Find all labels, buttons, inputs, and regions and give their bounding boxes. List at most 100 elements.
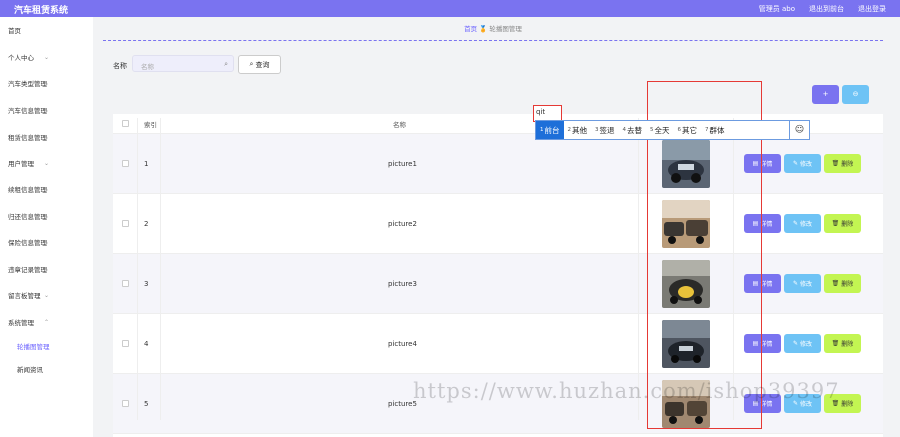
- row-checkbox[interactable]: [122, 220, 129, 227]
- watermark: https://www.huzhan.com/ishop39397: [413, 379, 840, 403]
- sidebar-item-personal-center[interactable]: 个人中心 ⌄: [0, 50, 93, 64]
- detail-label: 详情: [760, 161, 773, 168]
- sidebar-item-system[interactable]: 系统管理 ⌃: [0, 315, 93, 329]
- sidebar-item-label: 留言板管理: [8, 292, 41, 300]
- medal-icon: 🏅: [479, 25, 488, 33]
- column-divider: [638, 118, 639, 420]
- batch-delete-button[interactable]: ⊖: [842, 85, 869, 104]
- row-checkbox[interactable]: [122, 340, 129, 347]
- candidate-number: 2: [567, 127, 572, 133]
- table-row: 1 picture1 ▤ 详情 ✎ 修改 🗑 删除: [113, 134, 883, 194]
- sidebar-item-label: 汽车信息管理: [8, 107, 47, 115]
- column-divider: [160, 118, 161, 420]
- row-index: 4: [144, 339, 149, 348]
- edit-icon: ✎: [792, 220, 798, 227]
- delete-button[interactable]: 🗑 删除: [824, 274, 861, 293]
- sidebar-item-carousel[interactable]: 轮播图管理: [0, 339, 93, 353]
- candidate-text: 去替: [627, 125, 642, 135]
- exit-to-front-link[interactable]: 退出到前台: [809, 4, 844, 14]
- chevron-down-icon: ⌄: [43, 185, 49, 193]
- ime-candidate[interactable]: 1 前台: [536, 121, 564, 139]
- delete-label: 删除: [841, 281, 854, 288]
- sidebar-item-message-board[interactable]: 留言板管理 ⌄: [0, 288, 93, 302]
- row-checkbox[interactable]: [122, 160, 129, 167]
- candidate-number: 7: [705, 127, 709, 133]
- delete-button[interactable]: 🗑 删除: [824, 154, 861, 173]
- edit-button[interactable]: ✎ 修改: [784, 214, 821, 233]
- breadcrumb-home[interactable]: 首页: [464, 25, 477, 33]
- row-checkbox-cell: [122, 314, 129, 373]
- row-checkbox[interactable]: [122, 280, 129, 287]
- sidebar-item-car-type[interactable]: 汽车类型管理 ⌄: [0, 76, 93, 90]
- sidebar-item-home[interactable]: 首页: [0, 23, 93, 37]
- edit-label: 修改: [800, 161, 813, 168]
- ime-candidate[interactable]: 3 签退: [591, 121, 619, 139]
- candidate-text: 签退: [599, 125, 615, 135]
- candidate-text: 其他: [572, 125, 587, 135]
- row-checkbox[interactable]: [122, 400, 129, 407]
- sidebar-item-label: 租赁信息管理: [8, 134, 47, 142]
- sidebar-item-violations[interactable]: 违章记录管理 ⌄: [0, 262, 93, 276]
- row-checkbox-cell: [122, 134, 129, 193]
- sidebar-item-label: 轮播图管理: [17, 343, 50, 351]
- sidebar-item-users[interactable]: 用户管理 ⌄: [0, 156, 93, 170]
- query-button[interactable]: ⌕ 查询: [238, 55, 281, 74]
- sidebar-item-label: 续租信息管理: [8, 186, 47, 194]
- add-button[interactable]: +: [812, 85, 839, 104]
- header-index: 索引: [144, 120, 157, 129]
- top-right-links: 管理员 abo 退出到前台 退出登录: [759, 4, 886, 14]
- ime-candidate[interactable]: 2 其他: [564, 121, 592, 139]
- candidate-text: 群体: [709, 125, 725, 135]
- search-icon: ⌕: [249, 60, 254, 68]
- edit-button[interactable]: ✎ 修改: [784, 334, 821, 353]
- search-input[interactable]: 名称 ⌕: [132, 55, 234, 72]
- app-title: 汽车租赁系统: [14, 6, 69, 16]
- chevron-down-icon: ⌄: [43, 53, 49, 61]
- table-row: 4 picture4 ▤ 详情 ✎ 修改 🗑 删除: [113, 314, 883, 374]
- sidebar-item-label: 汽车类型管理: [8, 80, 47, 88]
- row-index: 3: [144, 279, 149, 288]
- row-name: picture2: [388, 219, 417, 228]
- table-row: 2 picture2 ▤ 详情 ✎ 修改 🗑 删除: [113, 194, 883, 254]
- trash-icon: 🗑: [831, 160, 840, 167]
- delete-label: 删除: [841, 401, 854, 408]
- sidebar-item-insurance[interactable]: 保险信息管理 ⌄: [0, 235, 93, 249]
- edit-label: 修改: [800, 341, 813, 348]
- candidate-number: 6: [677, 127, 682, 133]
- emoji-icon[interactable]: ☺: [789, 121, 809, 139]
- ime-candidate[interactable]: 6 其它: [674, 121, 702, 139]
- search-icon: ⌕: [224, 60, 228, 68]
- header-checkbox-cell: [122, 114, 129, 133]
- detail-label: 详情: [760, 281, 773, 288]
- delete-button[interactable]: 🗑 删除: [824, 334, 861, 353]
- edit-button[interactable]: ✎ 修改: [784, 274, 821, 293]
- trash-icon: 🗑: [831, 220, 840, 227]
- edit-icon: ✎: [792, 160, 798, 167]
- candidate-text: 其它: [682, 125, 697, 135]
- chevron-down-icon: ⌄: [43, 212, 49, 220]
- search-placeholder: 名称: [141, 63, 154, 71]
- query-button-label: 查询: [255, 60, 270, 69]
- ime-candidate[interactable]: 5 全天: [646, 121, 674, 139]
- ime-candidate[interactable]: 7 群体: [701, 121, 729, 139]
- column-divider: [137, 118, 138, 420]
- sidebar-item-rental-info[interactable]: 租赁信息管理 ⌄: [0, 130, 93, 144]
- delete-label: 删除: [841, 221, 854, 228]
- sidebar-item-car-info[interactable]: 汽车信息管理 ⌄: [0, 103, 93, 117]
- sidebar-item-renewal[interactable]: 续租信息管理 ⌄: [0, 182, 93, 196]
- sidebar-item-return[interactable]: 归还信息管理 ⌄: [0, 209, 93, 223]
- sidebar-item-label: 用户管理: [8, 160, 34, 168]
- select-all-checkbox[interactable]: [122, 120, 129, 127]
- chevron-up-icon: ⌃: [43, 318, 49, 326]
- sidebar-item-news[interactable]: 新闻资讯: [0, 362, 93, 376]
- logout-link[interactable]: 退出登录: [858, 4, 886, 14]
- delete-button[interactable]: 🗑 删除: [824, 214, 861, 233]
- sidebar-item-label: 保险信息管理: [8, 239, 47, 247]
- row-index: 2: [144, 219, 149, 228]
- row-name: picture3: [388, 279, 417, 288]
- edit-button[interactable]: ✎ 修改: [784, 154, 821, 173]
- ime-candidate[interactable]: 4 去替: [619, 121, 647, 139]
- chevron-down-icon: ⌄: [43, 133, 49, 141]
- detail-label: 详情: [760, 341, 773, 348]
- chevron-down-icon: ⌄: [43, 159, 49, 167]
